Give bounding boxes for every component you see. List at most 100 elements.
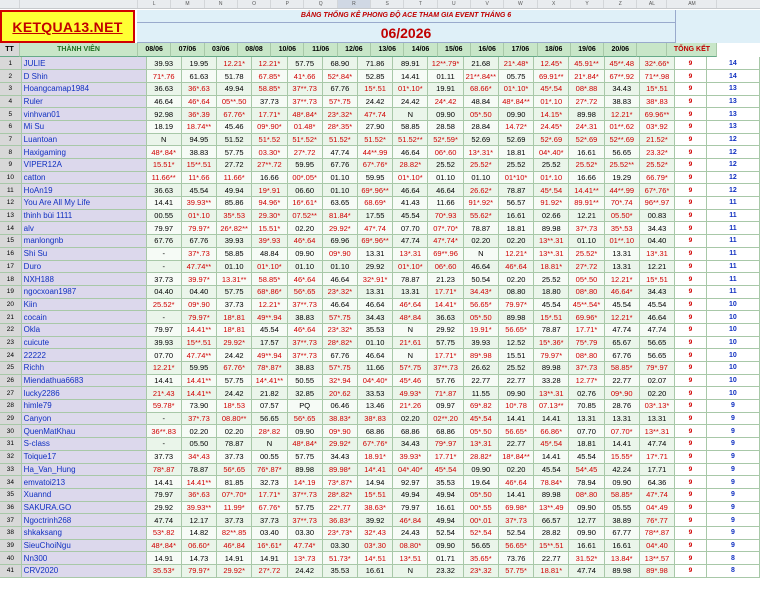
score-cell[interactable]: 35.53 [427, 475, 464, 489]
score-cell[interactable]: 89.98 [568, 107, 605, 121]
score-cell[interactable]: 68.86 [357, 424, 394, 439]
score-cell[interactable]: 00.55 [146, 209, 182, 223]
score-cell[interactable]: N [463, 247, 499, 261]
score-cell[interactable]: 11.66* [216, 171, 253, 185]
score-cell[interactable]: 39*.93 [251, 234, 288, 248]
score-cell[interactable]: 69.96* [568, 310, 605, 324]
score-cell[interactable]: 28.82* [392, 158, 429, 172]
score-cell[interactable]: 35.65* [463, 551, 499, 565]
score-cell[interactable]: 02.20 [287, 221, 323, 236]
score-cell[interactable]: 09.90 [287, 247, 323, 261]
score-cell[interactable]: 18.80 [533, 285, 570, 299]
score-cell[interactable]: 34.43 [357, 310, 394, 324]
score-cell[interactable]: 12.21* [498, 247, 535, 261]
score-cell[interactable]: 18.81 [498, 145, 535, 159]
score-cell[interactable]: 51.52 [216, 133, 253, 147]
score-cell[interactable]: 52.54 [427, 526, 464, 540]
event-count[interactable]: 9 [674, 348, 707, 362]
score-cell[interactable]: 19.91 [427, 82, 464, 96]
score-cell[interactable]: 57*.75 [322, 95, 358, 109]
score-cell[interactable]: 23.32* [639, 145, 676, 159]
score-cell[interactable]: 69*.96** [357, 183, 394, 198]
score-cell[interactable]: 18.81* [533, 564, 570, 578]
score-cell[interactable]: 46*.84 [216, 539, 253, 553]
total-score[interactable]: 13 [706, 107, 760, 121]
score-cell[interactable]: 52.69 [463, 133, 499, 147]
member-name[interactable]: catton [21, 171, 147, 185]
score-cell[interactable]: 57.75* [498, 564, 535, 578]
score-cell[interactable]: 52**.69 [604, 133, 640, 147]
score-cell[interactable]: 47.74** [181, 260, 218, 274]
score-cell[interactable]: 59.95 [287, 158, 323, 172]
score-cell[interactable]: 67.76 [322, 158, 358, 172]
score-cell[interactable]: 58.85 [216, 247, 253, 261]
total-score[interactable]: 10 [706, 323, 760, 337]
score-cell[interactable]: 73.90 [181, 399, 218, 413]
score-cell[interactable]: 47*.74 [357, 221, 394, 236]
score-cell[interactable]: 79.97* [181, 310, 218, 324]
score-cell[interactable]: 04.40 [181, 285, 218, 299]
score-cell[interactable]: 22.77 [498, 437, 535, 451]
score-cell[interactable]: 17.71* [427, 450, 464, 464]
score-cell[interactable]: 47.74 [146, 513, 182, 527]
score-cell[interactable]: 00*.55 [463, 501, 499, 515]
score-cell[interactable]: 51.52** [392, 133, 429, 147]
total-score[interactable]: 13 [706, 82, 760, 96]
score-cell[interactable]: 27**.72 [251, 158, 288, 172]
score-cell[interactable]: 13**.57 [639, 551, 676, 565]
score-cell[interactable]: 01**.62 [604, 120, 640, 134]
score-cell[interactable]: 01*.10* [392, 260, 429, 274]
score-cell[interactable]: 18.19 [146, 120, 182, 134]
score-cell[interactable]: 09.90 [463, 463, 499, 477]
score-cell[interactable]: 28.82* [463, 450, 499, 464]
score-cell[interactable]: 04*.49 [639, 501, 676, 515]
score-cell[interactable]: 18.81 [568, 437, 605, 451]
row-number[interactable]: 17 [0, 260, 22, 274]
column-letter[interactable]: V [471, 0, 505, 8]
total-score[interactable]: 9 [706, 513, 760, 527]
score-cell[interactable]: 47.74 [392, 234, 429, 248]
event-count[interactable]: 9 [674, 399, 707, 413]
event-count[interactable]: 9 [674, 450, 707, 464]
member-name[interactable]: SieuChoiNgu [21, 539, 147, 553]
score-cell[interactable]: 51*.52 [251, 133, 288, 147]
member-name[interactable]: Okla [21, 323, 147, 337]
score-cell[interactable]: 46.64 [639, 310, 676, 324]
column-letter[interactable]: P [271, 0, 305, 8]
score-cell[interactable]: 94.95 [181, 133, 218, 147]
score-cell[interactable]: 16.61 [498, 209, 535, 223]
event-count[interactable]: 9 [674, 120, 707, 134]
score-cell[interactable]: 68.86 [392, 424, 429, 439]
score-cell[interactable]: 38*.83 [357, 412, 394, 426]
column-letter[interactable]: Y [571, 0, 605, 8]
score-cell[interactable]: 08.80** [216, 412, 253, 426]
score-cell[interactable]: 16*.61* [251, 539, 288, 553]
score-cell[interactable]: 09.90 [568, 526, 605, 540]
score-cell[interactable]: 24*.42 [427, 95, 464, 109]
member-name[interactable]: Richh [21, 361, 147, 375]
score-cell[interactable]: 57.75 [216, 285, 253, 299]
score-cell[interactable]: 71**.98 [639, 69, 676, 83]
score-cell[interactable]: 47.74** [181, 348, 218, 362]
score-cell[interactable]: 48*.84* [146, 145, 182, 159]
score-cell[interactable]: 27*.72 [287, 145, 323, 159]
score-cell[interactable]: 28*.35* [322, 120, 358, 134]
score-cell[interactable]: 67.76* [216, 107, 253, 121]
score-cell[interactable]: 08*.80 [568, 348, 605, 362]
score-cell[interactable]: 14.91 [251, 551, 288, 565]
score-cell[interactable]: 11.66 [427, 196, 464, 210]
score-cell[interactable]: 14.82 [181, 526, 218, 540]
score-cell[interactable]: 07.52** [287, 209, 323, 223]
column-letter[interactable]: M [171, 0, 205, 8]
score-cell[interactable]: 14.94 [357, 475, 394, 489]
score-cell[interactable]: 13.46 [357, 399, 394, 413]
score-cell[interactable]: 96**.97 [639, 196, 676, 210]
event-count[interactable]: 9 [674, 463, 707, 477]
event-count[interactable]: 9 [674, 475, 707, 489]
score-cell[interactable]: 67.76 [181, 234, 218, 248]
score-cell[interactable]: 21*.48* [498, 57, 535, 71]
score-cell[interactable]: 49.94 [427, 513, 464, 527]
row-number[interactable]: 12 [0, 196, 22, 210]
score-cell[interactable]: 76*.87* [251, 463, 288, 477]
score-cell[interactable]: 78**.87 [639, 526, 676, 540]
